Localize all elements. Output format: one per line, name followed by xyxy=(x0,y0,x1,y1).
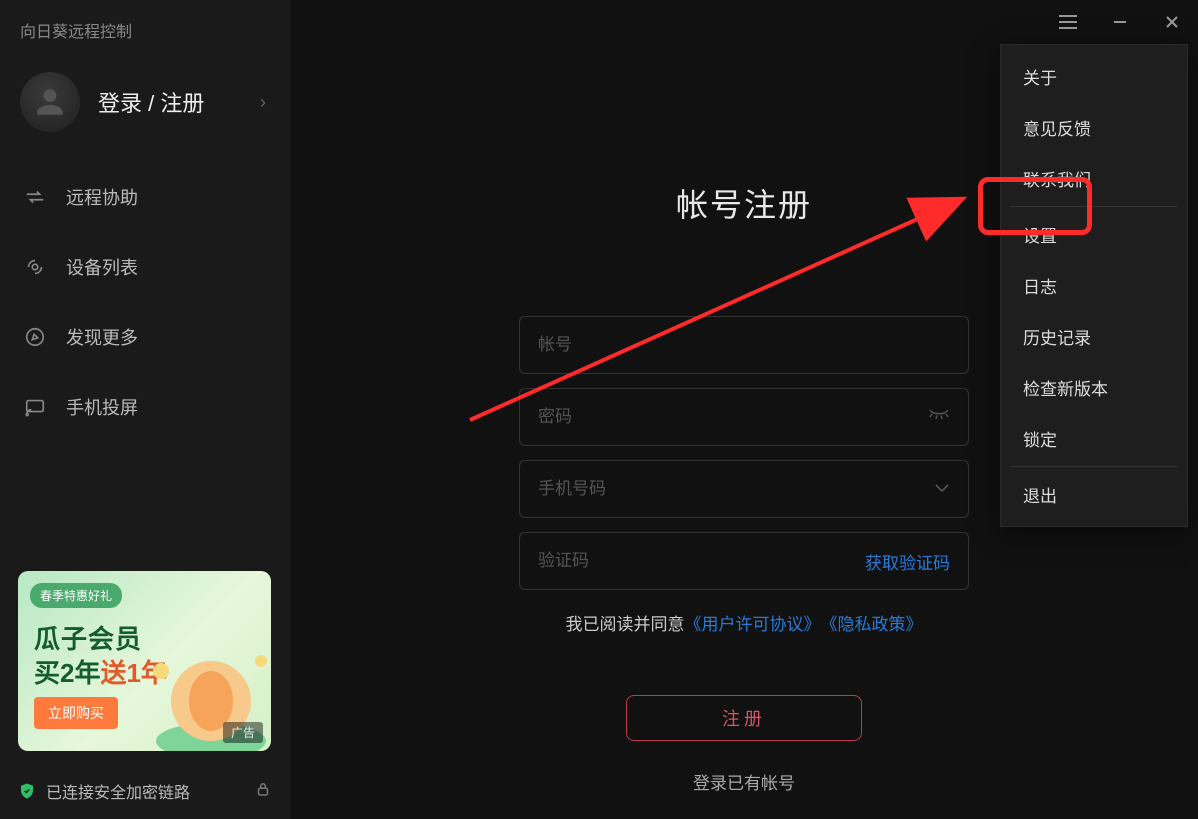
menu-item-feedback[interactable]: 意见反馈 xyxy=(1001,102,1187,153)
sidebar-item-devices[interactable]: 设备列表 xyxy=(0,232,290,302)
register-title: 帐号注册 xyxy=(676,180,812,226)
agreement-row: 我已阅读并同意 《用户许可协议》 《隐私政策》 xyxy=(566,610,923,635)
menu-item-update[interactable]: 检查新版本 xyxy=(1001,362,1187,413)
menu-item-contact[interactable]: 联系我们 xyxy=(1001,153,1187,204)
sidebar-item-discover[interactable]: 发现更多 xyxy=(0,302,290,372)
sidebar-item-label: 设备列表 xyxy=(66,254,138,280)
password-field[interactable] xyxy=(519,388,969,446)
sidebar-item-cast[interactable]: 手机投屏 xyxy=(0,372,290,442)
ad-tag: 广告 xyxy=(223,722,263,743)
menu-separator xyxy=(1011,206,1177,207)
compass-icon xyxy=(20,326,50,348)
status-bar: 已连接安全加密链路 xyxy=(0,763,290,819)
shield-check-icon xyxy=(18,782,36,800)
radar-icon xyxy=(20,256,50,278)
login-register-label: 登录 / 注册 xyxy=(80,86,260,118)
login-existing-link[interactable]: 登录已有帐号 xyxy=(693,769,795,794)
swap-icon xyxy=(20,186,50,208)
phone-field[interactable] xyxy=(519,460,969,518)
account-input[interactable] xyxy=(538,335,950,355)
promo-buy-button[interactable]: 立即购买 xyxy=(34,697,118,729)
login-register-row[interactable]: 登录 / 注册 › xyxy=(0,52,290,162)
sidebar: 向日葵远程控制 登录 / 注册 › 远程协助 设备列表 发现更多 手机投屏 春季… xyxy=(0,0,290,819)
user-agreement-link[interactable]: 《用户许可协议》 xyxy=(685,610,821,635)
register-button[interactable]: 注册 xyxy=(626,695,862,741)
status-text: 已连接安全加密链路 xyxy=(46,779,190,803)
register-form: 帐号注册 获取验证码 我已阅读并同意 《用户许可协议》 《隐私政策》 注册 xyxy=(519,180,969,794)
menu-separator xyxy=(1011,466,1177,467)
code-field[interactable]: 获取验证码 xyxy=(519,532,969,590)
promo-card[interactable]: 春季特惠好礼 瓜子会员 买2年送1年 立即购买 广告 xyxy=(18,571,271,751)
user-icon xyxy=(33,85,67,119)
get-code-button[interactable]: 获取验证码 xyxy=(865,549,950,574)
privacy-policy-link[interactable]: 《隐私政策》 xyxy=(821,610,923,635)
main-panel: 帐号注册 获取验证码 我已阅读并同意 《用户许可协议》 《隐私政策》 注册 xyxy=(290,0,1198,819)
account-field[interactable] xyxy=(519,316,969,374)
promo-badge: 春季特惠好礼 xyxy=(30,583,122,608)
sidebar-item-label: 手机投屏 xyxy=(66,394,138,420)
agree-prefix: 我已阅读并同意 xyxy=(566,610,685,635)
cast-icon xyxy=(20,396,50,418)
menu-item-log[interactable]: 日志 xyxy=(1001,260,1187,311)
phone-input[interactable] xyxy=(538,479,950,499)
eye-closed-icon[interactable] xyxy=(928,408,950,427)
code-input[interactable] xyxy=(538,551,865,571)
sidebar-item-label: 远程协助 xyxy=(66,184,138,210)
menu-item-lock[interactable]: 锁定 xyxy=(1001,413,1187,464)
window-controls xyxy=(1042,0,1198,44)
minimize-button[interactable] xyxy=(1094,0,1146,44)
main-menu-dropdown: 关于 意见反馈 联系我们 设置 日志 历史记录 检查新版本 锁定 退出 xyxy=(1000,44,1188,527)
app-title: 向日葵远程控制 xyxy=(0,0,290,52)
close-button[interactable] xyxy=(1146,0,1198,44)
menu-button[interactable] xyxy=(1042,0,1094,44)
menu-item-about[interactable]: 关于 xyxy=(1001,51,1187,102)
chevron-down-icon[interactable] xyxy=(934,480,950,498)
avatar xyxy=(20,72,80,132)
menu-item-exit[interactable]: 退出 xyxy=(1001,469,1187,520)
sidebar-item-label: 发现更多 xyxy=(66,324,138,350)
chevron-right-icon: › xyxy=(260,92,270,113)
menu-item-history[interactable]: 历史记录 xyxy=(1001,311,1187,362)
promo-line1: 瓜子会员 xyxy=(34,619,142,656)
lock-icon[interactable] xyxy=(254,780,272,803)
password-input[interactable] xyxy=(538,407,928,427)
menu-item-settings[interactable]: 设置 xyxy=(1001,209,1187,260)
sidebar-item-remote[interactable]: 远程协助 xyxy=(0,162,290,232)
